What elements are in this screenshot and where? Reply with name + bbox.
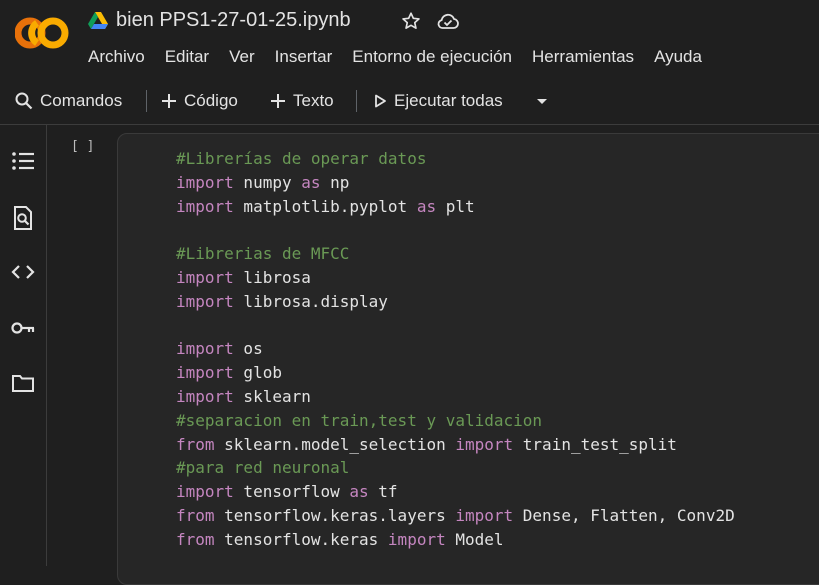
code-text: numpy	[233, 172, 302, 192]
menu-ayuda[interactable]: Ayuda	[644, 46, 712, 70]
code-text: np	[320, 172, 350, 192]
toc-icon[interactable]	[10, 148, 36, 174]
code-text: sklearn.model_selection	[214, 434, 456, 454]
code-text: tensorflow.keras.layers	[214, 505, 456, 525]
notebook-title[interactable]: bien PPS1-27-01-25.ipynb	[116, 9, 351, 32]
menu-bar: Archivo Editar Ver Insertar Entorno de e…	[78, 46, 712, 70]
code-keyword: from	[176, 505, 215, 525]
code-line: import sklearn	[176, 385, 735, 409]
star-icon[interactable]	[400, 10, 422, 32]
menu-ver[interactable]: Ver	[219, 46, 265, 70]
code-line: from tensorflow.keras import Model	[176, 528, 735, 552]
code-text: Dense, Flatten, Conv2D	[513, 505, 735, 525]
code-text: tf	[368, 482, 398, 502]
code-line: #Librerías de operar datos	[176, 147, 735, 171]
code-editor[interactable]: #Librerías de operar datos import numpy a…	[176, 147, 735, 552]
find-replace-icon[interactable]	[10, 205, 36, 231]
search-icon	[15, 92, 33, 110]
code-line: import glob	[176, 361, 735, 385]
code-keyword: import	[455, 434, 514, 454]
header: bien PPS1-27-01-25.ipynb Archivo Editar …	[0, 0, 819, 78]
run-all-button[interactable]: Ejecutar todas	[372, 89, 503, 113]
add-code-button[interactable]: Código	[160, 89, 238, 113]
colab-logo[interactable]	[15, 16, 69, 50]
code-line: import matplotlib.pyplot as plt	[176, 195, 735, 219]
code-label: Código	[184, 91, 238, 110]
code-line: import numpy as np	[176, 171, 735, 195]
code-keyword: import	[176, 291, 234, 311]
code-line: import os	[176, 337, 735, 361]
code-line: #separacion en train,test y validacion	[176, 409, 735, 433]
secrets-key-icon[interactable]	[10, 315, 36, 341]
code-line: from tensorflow.keras.layers import Dens…	[176, 504, 735, 528]
notebook-content: [ ] #Librerías de operar datos import num…	[47, 125, 819, 585]
menu-insertar[interactable]: Insertar	[265, 46, 343, 70]
code-line: #Librerias de MFCC	[176, 242, 735, 266]
code-comment: #Librerias de MFCC	[176, 244, 350, 264]
code-snippets-icon[interactable]	[10, 259, 36, 285]
plus-icon	[162, 94, 176, 108]
code-line: #para red neuronal	[176, 456, 735, 480]
code-keyword: as	[416, 196, 437, 216]
play-icon	[375, 94, 386, 108]
commands-button[interactable]: Comandos	[14, 89, 122, 113]
code-keyword: as	[301, 172, 321, 192]
code-comment: #Librerías de operar datos	[176, 149, 427, 168]
code-keyword: import	[176, 339, 234, 359]
run-all-label: Ejecutar todas	[394, 91, 503, 110]
code-keyword: import	[176, 386, 234, 406]
toolbar-divider	[356, 90, 357, 112]
code-text: tensorflow	[233, 482, 350, 502]
menu-herramientas[interactable]: Herramientas	[522, 46, 644, 70]
cloud-saved-icon[interactable]	[436, 10, 460, 32]
code-line: import librosa.display	[176, 290, 735, 314]
code-comment: #separacion en train,test y validacion	[176, 410, 543, 430]
sidebar	[0, 125, 47, 566]
menu-archivo[interactable]: Archivo	[78, 46, 155, 70]
code-keyword: as	[349, 482, 369, 502]
code-line: from sklearn.model_selection import trai…	[176, 433, 735, 457]
code-keyword: from	[176, 529, 215, 549]
code-line: import librosa	[176, 266, 735, 290]
code-text: os	[233, 339, 263, 359]
code-keyword: import	[387, 529, 446, 549]
code-text: sklearn	[233, 386, 311, 406]
add-text-button[interactable]: Texto	[269, 89, 334, 113]
code-keyword: import	[176, 196, 234, 216]
code-text: matplotlib.pyplot	[233, 196, 417, 216]
menu-editar[interactable]: Editar	[155, 46, 219, 70]
commands-label: Comandos	[40, 91, 123, 110]
code-keyword: import	[176, 267, 234, 287]
code-text: Model	[445, 529, 504, 549]
chevron-down-icon[interactable]	[535, 97, 549, 107]
plus-icon	[271, 94, 285, 108]
code-text: librosa	[233, 267, 311, 287]
code-keyword: import	[455, 505, 514, 525]
code-comment: #para red neuronal	[176, 458, 350, 478]
code-text: tensorflow.keras	[214, 529, 388, 549]
code-keyword: import	[176, 363, 234, 383]
toolbar: Comandos Código Texto Ejecutar todas	[0, 78, 819, 125]
files-folder-icon[interactable]	[10, 370, 36, 396]
code-text: plt	[436, 196, 475, 216]
drive-icon[interactable]	[88, 12, 108, 30]
text-label: Texto	[293, 91, 334, 110]
code-text: librosa.display	[233, 291, 388, 311]
code-keyword: import	[176, 482, 234, 502]
run-cell-indicator[interactable]: [ ]	[71, 139, 94, 154]
code-keyword: from	[176, 434, 215, 454]
code-line: import tensorflow as tf	[176, 480, 735, 504]
toolbar-divider	[146, 90, 147, 112]
code-text: train_test_split	[513, 434, 677, 454]
menu-entorno-ejecucion[interactable]: Entorno de ejecución	[342, 46, 522, 70]
code-cell[interactable]: #Librerías de operar datos import numpy a…	[117, 133, 819, 585]
code-text: glob	[233, 363, 282, 383]
code-keyword: import	[176, 172, 234, 192]
